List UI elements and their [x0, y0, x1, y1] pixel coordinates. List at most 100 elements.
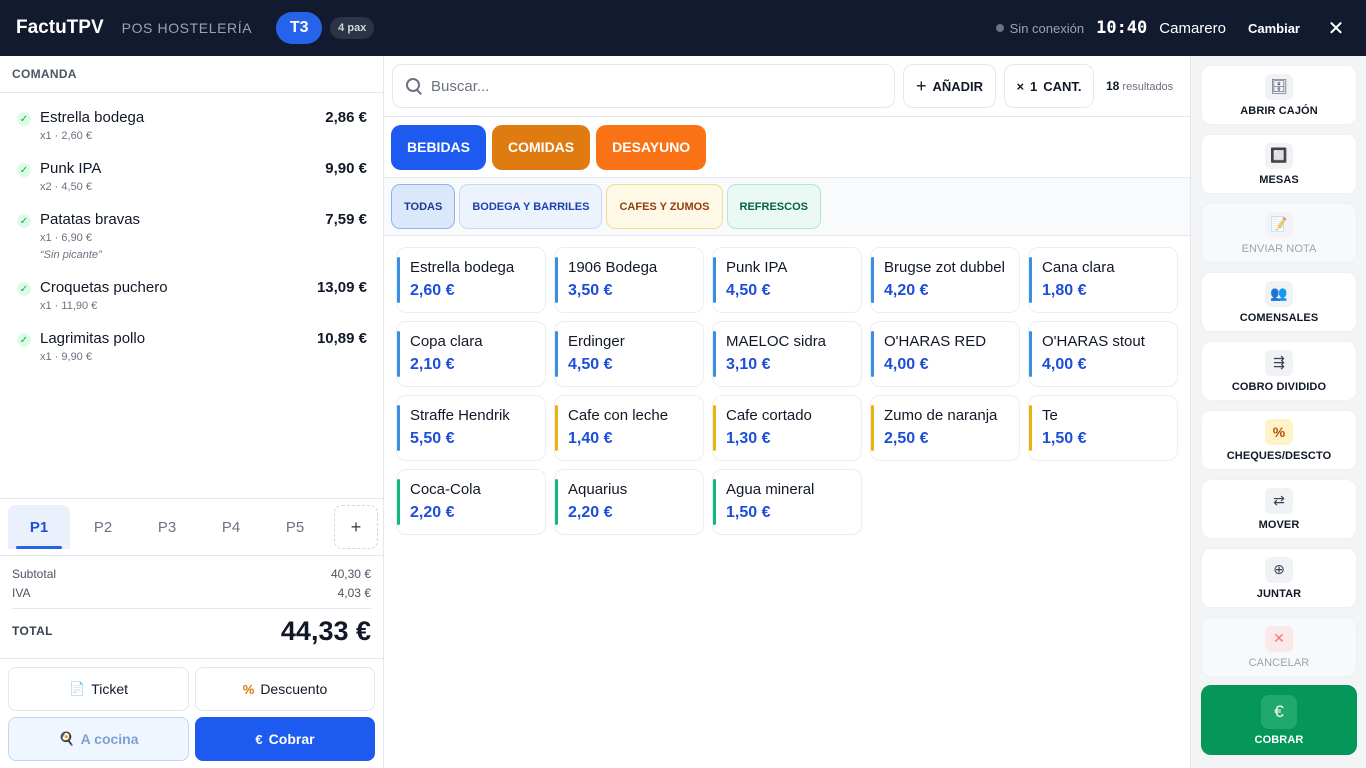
swap-icon: ⇄ [1265, 487, 1293, 514]
product-card[interactable]: Estrella bodega 2,60 € [396, 247, 546, 313]
product-card[interactable]: O'HARAS RED 4,00 € [870, 321, 1020, 387]
product-name: MAELOC sidra [726, 333, 827, 350]
product-name: Straffe Hendrik [410, 407, 510, 424]
product-card[interactable]: Zumo de naranja 2,50 € [870, 395, 1020, 461]
cobro-dividido-button[interactable]: ⇶ COBRO DIVIDIDO [1201, 341, 1357, 401]
product-card[interactable]: Te 1,50 € [1028, 395, 1178, 461]
product-color-bar [555, 257, 558, 303]
product-card[interactable]: Cafe cortado 1,30 € [712, 395, 862, 461]
cancel-icon: ✕ [1265, 625, 1293, 652]
tab-person-p5[interactable]: P5 [264, 505, 326, 549]
product-color-bar [555, 405, 558, 451]
search-box[interactable] [392, 64, 895, 108]
tab-person-p2[interactable]: P2 [72, 505, 134, 549]
comensales-button[interactable]: 👥 COMENSALES [1201, 272, 1357, 332]
merge-icon: ⊕ [1265, 556, 1293, 583]
order-item-name: Croquetas puchero [40, 279, 168, 296]
side-action-label: COBRO DIVIDIDO [1231, 380, 1327, 393]
cancelar-button[interactable]: ✕ CANCELAR [1201, 617, 1357, 677]
ticket-button[interactable]: 📄 Ticket [8, 667, 189, 711]
subcategory-bar: TODAS BODEGA Y BARRILES CAFES Y ZUMOS REFRE… [384, 178, 1190, 236]
tab-person-p1[interactable]: P1 [8, 505, 70, 549]
product-card[interactable]: Straffe Hendrik 5,50 € [396, 395, 546, 461]
order-item-total: 10,89 € [316, 330, 367, 347]
send-to-kitchen-button[interactable]: 🍳 A cocina [8, 717, 189, 761]
percent-icon: % [1265, 418, 1293, 445]
category-comidas[interactable]: COMIDAS [492, 124, 591, 170]
product-card[interactable]: Copa clara 2,10 € [396, 321, 546, 387]
product-price: 3,50 € [568, 282, 613, 299]
app-title: FactuTPV [16, 17, 104, 38]
subcategory-refrescos[interactable]: REFRESCOS [726, 184, 821, 229]
product-card[interactable]: Erdinger 4,50 € [554, 321, 704, 387]
quantity-button[interactable]: × 1 CANT. [1004, 64, 1094, 108]
order-item[interactable]: ✓ Punk IPA 9,90 € x2 · 4,50 € [0, 150, 383, 201]
top-bar: FactuTPV POS HOSTELERÍA T3 4 pax Sin con… [0, 0, 1366, 56]
close-icon[interactable]: ✕ [1306, 0, 1366, 56]
side-action-label: MOVER [1258, 518, 1300, 531]
product-name: Zumo de naranja [884, 407, 998, 424]
product-price: 2,60 € [410, 282, 455, 299]
abrir-cajón-button[interactable]: 🗄 ABRIR CAJÓN [1201, 65, 1357, 125]
diners-icon: 👥 [1265, 280, 1293, 307]
product-color-bar [555, 331, 558, 377]
order-item[interactable]: ✓ Croquetas puchero 13,09 € x1 · 11,90 € [0, 269, 383, 320]
product-name: Cana clara [1042, 259, 1115, 276]
cobrar-button[interactable]: € COBRAR [1201, 685, 1357, 755]
product-price: 4,50 € [726, 282, 771, 299]
order-item[interactable]: ✓ Lagrimitas pollo 10,89 € x1 · 9,90 € [0, 320, 383, 371]
category-bebidas[interactable]: BEBIDAS [391, 124, 487, 170]
order-item-meta: x1 · 6,90 € [40, 232, 92, 244]
product-price: 4,20 € [884, 282, 929, 299]
table-badge[interactable]: T3 [276, 12, 323, 44]
order-title: COMANDA [0, 56, 383, 93]
cheques-descto-button[interactable]: % CHEQUES/DESCTO [1201, 410, 1357, 470]
product-name: Aquarius [568, 481, 628, 498]
plus-icon: + [915, 75, 927, 96]
check-icon: ✓ [17, 163, 31, 177]
side-action-label: ENVIAR NOTA [1241, 242, 1317, 255]
tab-person-p4[interactable]: P4 [200, 505, 262, 549]
product-card[interactable]: Aquarius 2,20 € [554, 469, 704, 535]
product-card[interactable]: Cafe con leche 1,40 € [554, 395, 704, 461]
tab-person-p3[interactable]: P3 [136, 505, 198, 549]
order-item-row: Croquetas puchero 13,09 € [40, 279, 367, 296]
order-item[interactable]: ✓ Patatas bravas 7,59 € x1 · 6,90 € “Sin pic… [0, 201, 383, 269]
order-item-name: Lagrimitas pollo [40, 330, 146, 347]
subcategory-cafes-y-zumos[interactable]: CAFES Y ZUMOS [606, 184, 723, 229]
product-card[interactable]: 1906 Bodega 3,50 € [554, 247, 704, 313]
product-card[interactable]: O'HARAS stout 4,00 € [1028, 321, 1178, 387]
product-card[interactable]: Punk IPA 4,50 € [712, 247, 862, 313]
product-card[interactable]: Coca-Cola 2,20 € [396, 469, 546, 535]
totals: Subtotal 40,30 € IVA 4,03 € TOTAL 44,33 … [0, 564, 383, 653]
mesas-button[interactable]: 🔲 MESAS [1201, 134, 1357, 194]
mover-button[interactable]: ⇄ MOVER [1201, 479, 1357, 539]
pax-badge: 4 pax [330, 17, 375, 39]
order-item-meta: x2 · 4,50 € [40, 181, 92, 193]
search-input[interactable] [431, 77, 871, 95]
subcategory-bodega-y-barriles[interactable]: BODEGA Y BARRILES [459, 184, 603, 229]
product-card[interactable]: Cana clara 1,80 € [1028, 247, 1178, 313]
add-person-button[interactable]: + [334, 505, 378, 549]
quantity-value: 1 [1030, 78, 1038, 94]
product-card[interactable]: Agua mineral 1,50 € [712, 469, 862, 535]
side-action-label: COMENSALES [1239, 311, 1319, 324]
category-desayuno[interactable]: DESAYUNO [596, 124, 707, 170]
order-item-note: “Sin picante” [40, 249, 102, 261]
percent-icon: % [242, 681, 255, 697]
product-card[interactable]: MAELOC sidra 3,10 € [712, 321, 862, 387]
add-button[interactable]: + AÑADIR [903, 64, 996, 108]
discount-button[interactable]: % Descuento [195, 667, 375, 711]
change-user-button[interactable]: Cambiar [1248, 21, 1300, 36]
product-name: Estrella bodega [410, 259, 515, 276]
results-number: 18 [1106, 79, 1120, 93]
juntar-button[interactable]: ⊕ JUNTAR [1201, 548, 1357, 608]
pay-button[interactable]: € Cobrar [195, 717, 375, 761]
order-item-total: 9,90 € [325, 160, 367, 177]
enviar-nota-button[interactable]: 📝 ENVIAR NOTA [1201, 203, 1357, 263]
subcategory-todas[interactable]: TODAS [391, 184, 456, 229]
order-panel: COMANDA ✓ Estrella bodega 2,86 € x1 · 2,60 … [0, 56, 384, 768]
product-color-bar [871, 405, 874, 451]
order-item[interactable]: ✓ Estrella bodega 2,86 € x1 · 2,60 € [0, 99, 383, 150]
product-card[interactable]: Brugse zot dubbel 4,20 € [870, 247, 1020, 313]
